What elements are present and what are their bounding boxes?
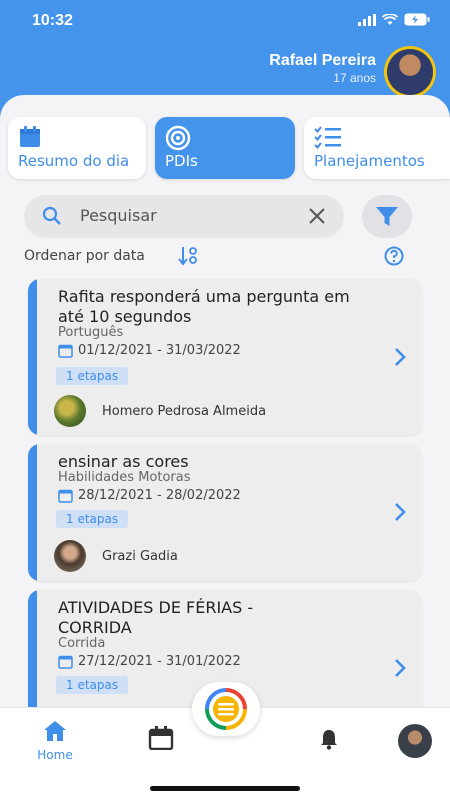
search-bar xyxy=(24,195,344,238)
calendar-icon xyxy=(58,655,73,669)
card-title: ensinar as cores xyxy=(58,452,189,471)
pdi-card[interactable]: ensinar as cores Habilidades Motoras 28/… xyxy=(28,444,422,581)
home-icon xyxy=(44,721,66,741)
pdi-card[interactable]: Rafita responderá uma pergunta em até 10… xyxy=(28,279,422,435)
filter-icon xyxy=(376,207,398,226)
card-title: Rafita responderá uma pergunta em até 10… xyxy=(58,287,350,326)
card-date-range: 01/12/2021 - 31/03/2022 xyxy=(78,343,241,358)
tab-bar: Resumo do dia PDIs Planejamentos xyxy=(8,117,450,179)
card-dates: 27/12/2021 - 31/01/2022 xyxy=(58,654,241,669)
chevron-right-icon xyxy=(395,503,406,521)
card-title: ATIVIDADES DE FÉRIAS - CORRIDA xyxy=(58,598,254,637)
filter-button[interactable] xyxy=(362,195,412,238)
avatar xyxy=(54,540,86,572)
nav-home-label: Home xyxy=(37,748,73,762)
calendar-icon xyxy=(58,489,73,503)
avatar xyxy=(54,395,86,427)
person-name: Homero Pedrosa Almeida xyxy=(102,403,267,419)
wifi-icon xyxy=(382,13,398,25)
card-dates: 01/12/2021 - 31/03/2022 xyxy=(58,343,241,358)
person-name: Grazi Gadia xyxy=(102,548,178,564)
battery-charging-icon xyxy=(404,13,430,26)
user-avatar[interactable] xyxy=(384,46,436,98)
tab-label: PDIs xyxy=(165,152,198,170)
calendar-icon xyxy=(20,126,40,147)
home-indicator xyxy=(150,786,300,791)
card-category: Corrida xyxy=(58,636,106,651)
card-person: Homero Pedrosa Almeida xyxy=(54,395,266,427)
tab-label: Resumo do dia xyxy=(18,152,130,170)
menu-fab-button[interactable] xyxy=(192,682,260,736)
bottom-nav: Home xyxy=(0,682,450,800)
chevron-right-icon xyxy=(395,348,406,366)
tab-pdis[interactable]: PDIs xyxy=(155,117,295,179)
stages-badge: 1 etapas xyxy=(56,367,129,385)
bell-icon[interactable] xyxy=(318,728,340,750)
sort-row: Ordenar por data xyxy=(24,245,404,267)
card-accent-bar xyxy=(28,590,37,707)
sort-label: Ordenar por data xyxy=(24,248,145,264)
user-name: Rafael Pereira xyxy=(269,52,376,69)
tab-label: Planejamentos xyxy=(314,152,425,170)
stages-badge: 1 etapas xyxy=(56,676,129,694)
profile-header: Rafael Pereira 17 anos xyxy=(0,44,450,100)
help-icon[interactable] xyxy=(384,246,404,266)
signal-icon xyxy=(358,13,376,26)
card-accent-bar xyxy=(28,279,37,435)
calendar-icon xyxy=(58,344,73,358)
card-date-range: 27/12/2021 - 31/01/2022 xyxy=(78,654,241,669)
chevron-right-icon xyxy=(395,659,406,677)
status-time: 10:32 xyxy=(32,12,73,29)
card-dates: 28/12/2021 - 28/02/2022 xyxy=(58,488,241,503)
status-icons xyxy=(358,13,430,26)
main-content: Resumo do dia PDIs Planejamentos Ordenar… xyxy=(0,95,450,707)
card-accent-bar xyxy=(28,444,37,581)
calendar-icon[interactable] xyxy=(148,726,174,750)
card-person: Grazi Gadia xyxy=(54,540,178,572)
target-icon xyxy=(165,125,191,151)
close-icon[interactable] xyxy=(308,207,326,225)
tab-planejamentos[interactable]: Planejamentos xyxy=(304,117,450,179)
card-category: Português xyxy=(58,325,124,340)
card-date-range: 28/12/2021 - 28/02/2022 xyxy=(78,488,241,503)
sort-icon[interactable] xyxy=(178,246,200,266)
tab-resumo-do-dia[interactable]: Resumo do dia xyxy=(8,117,146,179)
nav-home[interactable]: Home xyxy=(30,720,80,762)
card-category: Habilidades Motoras xyxy=(58,470,191,485)
user-age: 17 anos xyxy=(333,71,376,85)
checklist-icon xyxy=(314,126,341,149)
stages-badge: 1 etapas xyxy=(56,510,129,528)
search-icon xyxy=(42,206,61,225)
search-input[interactable] xyxy=(80,206,300,225)
status-bar: 10:32 xyxy=(0,0,450,44)
profile-avatar[interactable] xyxy=(398,724,432,758)
app-logo-icon xyxy=(205,688,247,730)
